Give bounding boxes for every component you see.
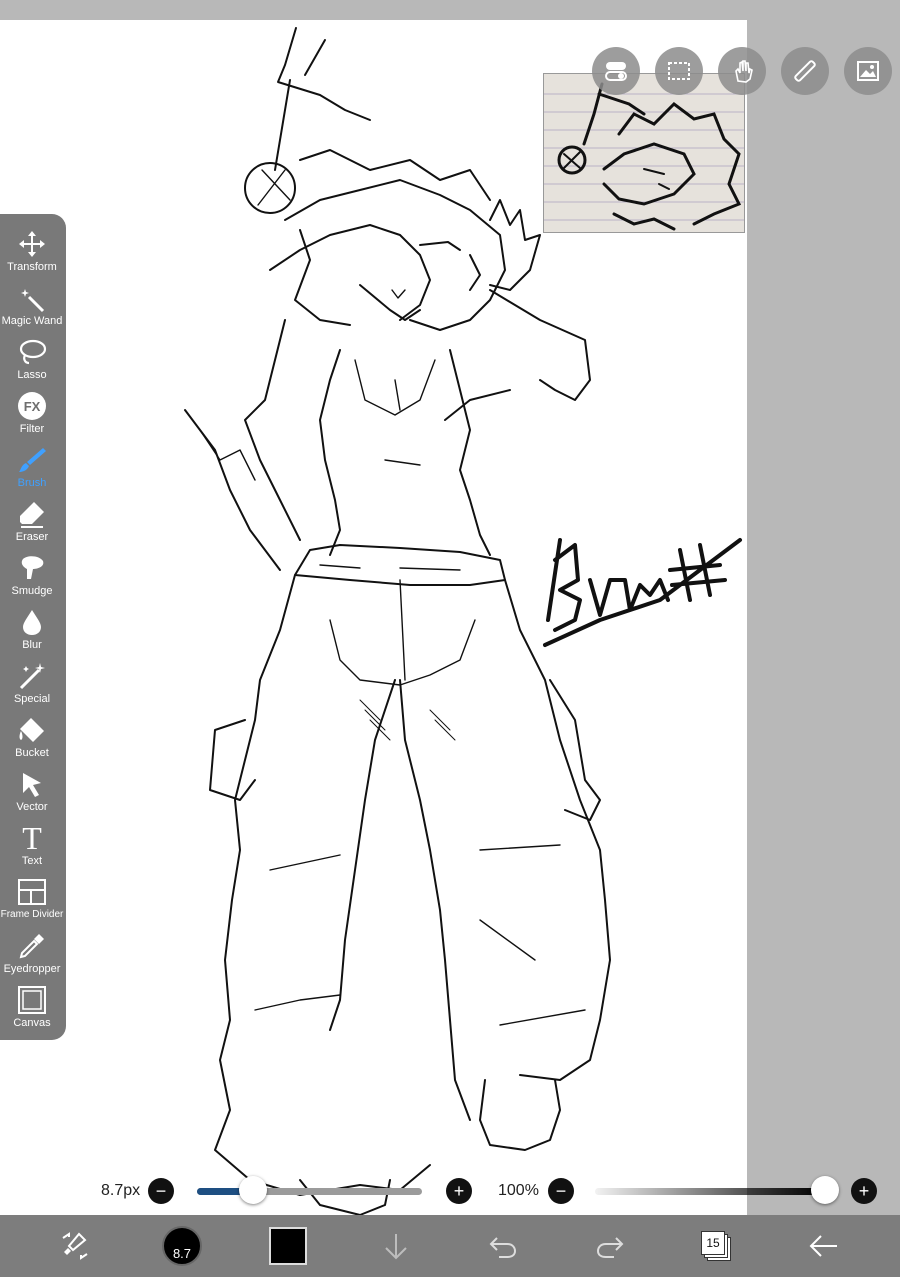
tool-lasso[interactable]: Lasso bbox=[0, 332, 64, 386]
layer-count: 15 bbox=[701, 1231, 725, 1255]
tool-frame-divider[interactable]: Frame Divider bbox=[0, 872, 64, 926]
fx-icon: FX bbox=[18, 392, 46, 420]
layers-icon: 15 bbox=[701, 1231, 731, 1261]
tool-label: Smudge bbox=[11, 585, 53, 597]
move-arrows-icon bbox=[19, 231, 45, 257]
tool-label: Brush bbox=[17, 477, 47, 489]
selection-icon bbox=[668, 62, 690, 80]
tool-bucket[interactable]: Bucket bbox=[0, 710, 64, 764]
tool-blur[interactable]: Blur bbox=[0, 602, 64, 656]
arrow-left-icon bbox=[809, 1235, 837, 1257]
download-button[interactable] bbox=[378, 1215, 414, 1277]
tool-label: Vector bbox=[16, 801, 48, 813]
tool-label: Special bbox=[13, 693, 51, 705]
brush-icon bbox=[19, 448, 46, 472]
brush-eraser-swap-icon bbox=[62, 1232, 88, 1260]
tool-label: Bucket bbox=[15, 747, 49, 759]
brush-size-slider[interactable] bbox=[197, 1188, 422, 1195]
tool-label: Blur bbox=[22, 639, 42, 651]
minus-icon: − bbox=[555, 1181, 567, 1201]
plus-icon: + bbox=[453, 1181, 465, 1201]
reference-sketch bbox=[544, 82, 744, 231]
ruler-icon bbox=[794, 60, 816, 82]
swap-tool-button[interactable] bbox=[55, 1215, 95, 1277]
opacity-thumb[interactable] bbox=[811, 1176, 839, 1204]
size-increase-button[interactable]: + bbox=[446, 1178, 472, 1204]
opacity-decrease-button[interactable]: − bbox=[548, 1178, 574, 1204]
bottom-toolbar: 8.7 15 bbox=[0, 1215, 900, 1277]
back-button[interactable] bbox=[805, 1215, 841, 1277]
tool-vector[interactable]: Vector bbox=[0, 764, 64, 818]
brush-size-indicator: 8.7 bbox=[162, 1226, 202, 1266]
tool-label: Text bbox=[21, 855, 43, 867]
redo-button[interactable] bbox=[592, 1215, 628, 1277]
magic-wand-icon bbox=[21, 289, 45, 313]
blur-drop-icon bbox=[23, 610, 41, 635]
size-decrease-button[interactable]: − bbox=[148, 1178, 174, 1204]
canvas-icon bbox=[18, 986, 46, 1014]
slider-row: 8.7px − + 100% − + bbox=[0, 1175, 900, 1207]
tool-smudge[interactable]: Smudge bbox=[0, 548, 64, 602]
tool-brush[interactable]: Brush bbox=[0, 440, 64, 494]
tool-label: Frame Divider bbox=[0, 909, 64, 920]
vector-arrow-icon bbox=[23, 773, 41, 797]
lasso-icon bbox=[19, 339, 47, 365]
frame-divider-icon bbox=[18, 879, 46, 905]
touch-gesture-button[interactable] bbox=[718, 47, 766, 95]
opacity-slider[interactable] bbox=[595, 1188, 825, 1195]
smudge-icon bbox=[21, 556, 44, 579]
workspace: Transform Magic Wand Lasso FX Filter Bru… bbox=[0, 0, 900, 1277]
quick-menu-toggle-button[interactable] bbox=[592, 47, 640, 95]
opacity-label: 100% bbox=[498, 1182, 539, 1199]
fx-glyph: FX bbox=[23, 398, 41, 414]
tool-label: Canvas bbox=[13, 1017, 51, 1029]
brush-size-thumb[interactable] bbox=[239, 1176, 268, 1204]
eyedropper-icon bbox=[19, 934, 44, 959]
tool-text[interactable]: T Text bbox=[0, 818, 64, 872]
plus-icon: + bbox=[858, 1181, 870, 1201]
toggle-icon bbox=[605, 62, 627, 81]
tool-canvas[interactable]: Canvas bbox=[0, 980, 64, 1034]
opacity-increase-button[interactable]: + bbox=[851, 1178, 877, 1204]
undo-button[interactable] bbox=[485, 1215, 521, 1277]
eraser-icon bbox=[20, 502, 44, 528]
tool-eyedropper[interactable]: Eyedropper bbox=[0, 926, 64, 980]
arrow-down-icon bbox=[385, 1234, 407, 1260]
redo-icon bbox=[596, 1237, 624, 1258]
brush-size-value: 8.7 bbox=[172, 1246, 192, 1261]
minus-icon: − bbox=[155, 1181, 167, 1201]
tool-panel: Transform Magic Wand Lasso FX Filter Bru… bbox=[0, 214, 66, 1040]
tool-label: Eraser bbox=[15, 531, 49, 543]
tool-label: Filter bbox=[19, 423, 45, 435]
tool-label: Magic Wand bbox=[1, 315, 63, 327]
tool-transform[interactable]: Transform bbox=[0, 224, 64, 278]
text-icon: T bbox=[22, 820, 42, 856]
color-button[interactable] bbox=[268, 1215, 308, 1277]
undo-icon bbox=[489, 1237, 517, 1258]
tool-label: Eyedropper bbox=[3, 963, 61, 975]
image-material-button[interactable] bbox=[844, 47, 892, 95]
tool-special[interactable]: Special bbox=[0, 656, 64, 710]
tool-magic-wand[interactable]: Magic Wand bbox=[0, 278, 64, 332]
bucket-icon bbox=[19, 718, 44, 742]
tool-eraser[interactable]: Eraser bbox=[0, 494, 64, 548]
hand-icon bbox=[735, 60, 753, 83]
reference-image[interactable] bbox=[543, 73, 745, 233]
special-icon bbox=[19, 663, 45, 690]
primary-color-swatch bbox=[269, 1227, 307, 1265]
layers-button[interactable]: 15 bbox=[698, 1215, 734, 1277]
brush-size-label: 8.7px bbox=[101, 1182, 141, 1199]
ruler-button[interactable] bbox=[781, 47, 829, 95]
tool-filter[interactable]: FX Filter bbox=[0, 386, 64, 440]
brush-settings-button[interactable]: 8.7 bbox=[161, 1215, 203, 1277]
image-icon bbox=[857, 61, 879, 81]
selection-button[interactable] bbox=[655, 47, 703, 95]
tool-label: Transform bbox=[7, 261, 57, 273]
tool-label: Lasso bbox=[17, 369, 47, 381]
